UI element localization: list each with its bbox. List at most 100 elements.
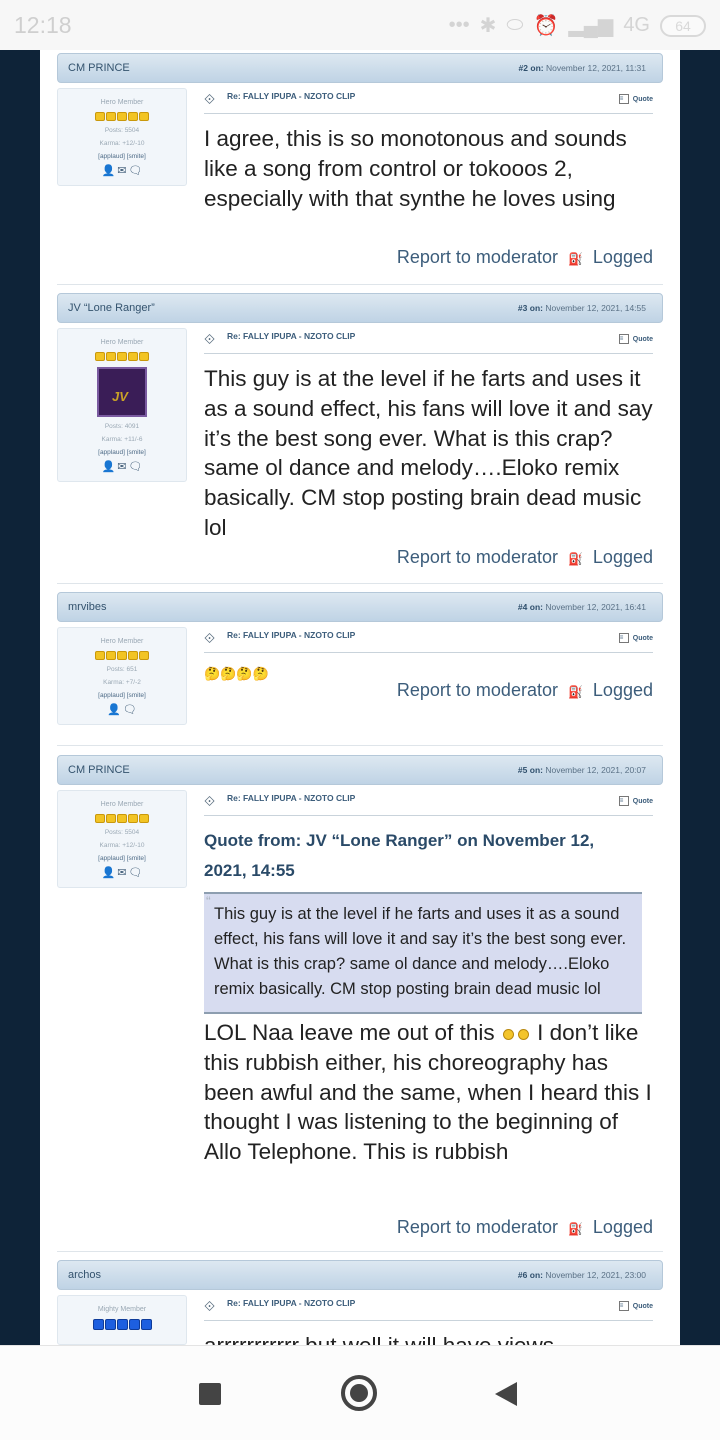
post-meta: #4 on: November 12, 2021, 16:41 (517, 602, 646, 612)
forum-page: CM PRINCE #2 on: November 12, 2021, 11:3… (40, 50, 680, 1345)
quote-button[interactable]: ≡ Quote (618, 1301, 653, 1311)
post-footer: Report to moderator ⛽ Logged (397, 680, 653, 701)
email-icon[interactable]: ✉ (117, 460, 126, 473)
post: archos #6 on: November 12, 2021, 23:00 M… (57, 1260, 663, 1345)
post-subject-link[interactable]: Re: FALLY IPUPA - NZOTO CLIP (227, 331, 355, 341)
report-link[interactable]: Report to moderator (397, 547, 558, 567)
status-time: 12:18 (14, 12, 72, 38)
quote-icon: ≡ (618, 94, 629, 104)
quote-icon: ≡ (618, 633, 629, 643)
member-rank: Mighty Member (97, 1306, 147, 1313)
user-info-box: Hero Member Posts: 4091 Karma: +11/-6 [a… (57, 328, 187, 482)
logged-icon: ⛽ (567, 685, 583, 699)
poster-name-link[interactable]: mrvibes (68, 601, 107, 613)
post-subject-link[interactable]: Re: FALLY IPUPA - NZOTO CLIP (227, 1298, 355, 1308)
report-link[interactable]: Report to moderator (397, 247, 558, 267)
post-subject-link[interactable]: Re: FALLY IPUPA - NZOTO CLIP (227, 630, 355, 640)
system-nav-bar (0, 1345, 720, 1440)
post-count: Posts: 5504 (104, 829, 140, 836)
post-header: archos #6 on: November 12, 2021, 23:00 (57, 1260, 663, 1290)
quote-button[interactable]: ≡ Quote (618, 94, 653, 104)
post-footer: Report to moderator ⛽ Logged (397, 247, 653, 268)
topic-icon: ⟐ (204, 630, 216, 646)
quote-icon: ≡ (618, 1301, 629, 1311)
pm-icon[interactable]: 🗨 (128, 164, 142, 177)
poster-name-link[interactable]: CM PRINCE (68, 764, 130, 776)
recents-button[interactable] (199, 1383, 221, 1405)
post-count: Posts: 5504 (104, 127, 140, 134)
logged-icon: ⛽ (567, 252, 583, 266)
post-divider (57, 583, 663, 584)
email-icon[interactable]: ✉ (117, 866, 126, 879)
profile-icon[interactable]: 👤 (102, 164, 116, 177)
avatar[interactable] (97, 367, 147, 417)
post-meta: #5 on: November 12, 2021, 20:07 (517, 765, 646, 775)
back-button[interactable] (495, 1382, 517, 1406)
poster-name-link[interactable]: archos (68, 1269, 101, 1281)
post-footer: Report to moderator ⛽ Logged (397, 1217, 653, 1238)
post-body: arrrrrrrrrrr but well it will have views (204, 1331, 653, 1345)
post-footer: Report to moderator ⛽ Logged (397, 547, 653, 568)
pm-icon[interactable]: 🗨 (123, 703, 137, 716)
post: mrvibes #4 on: November 12, 2021, 16:41 … (57, 592, 663, 725)
email-icon[interactable]: ✉ (117, 164, 126, 177)
member-rank: Hero Member (100, 99, 144, 106)
report-link[interactable]: Report to moderator (397, 680, 558, 700)
karma: Karma: +7/-2 (103, 679, 141, 686)
home-button[interactable] (341, 1375, 377, 1411)
logged-label: Logged (592, 247, 653, 267)
quote-icon: ≡ (618, 334, 629, 344)
post-body: This guy is at the level if he farts and… (204, 366, 653, 540)
post-divider (57, 745, 663, 746)
signal-icon: ▂▄▆ (568, 15, 614, 37)
logged-icon: ⛽ (567, 552, 583, 566)
post-subject-link[interactable]: Re: FALLY IPUPA - NZOTO CLIP (227, 91, 355, 101)
post: CM PRINCE #5 on: November 12, 2021, 20:0… (57, 755, 663, 1237)
post-count: Posts: 651 (106, 666, 138, 673)
report-link[interactable]: Report to moderator (397, 1217, 558, 1237)
battery-indicator: 64 (660, 14, 706, 37)
quote-header-link[interactable]: Quote from: JV “Lone Ranger” on November… (204, 826, 614, 886)
applaud-smite-links[interactable]: [applaud] [smite] (62, 855, 182, 862)
member-rank: Hero Member (100, 638, 144, 645)
poster-name-link[interactable]: JV “Lone Ranger” (68, 302, 155, 314)
user-info-box: Hero Member Posts: 651 Karma: +7/-2 [app… (57, 627, 187, 725)
member-rank: Hero Member (100, 339, 144, 346)
quote-button[interactable]: ≡ Quote (618, 334, 653, 344)
forum-viewport[interactable]: CM PRINCE #2 on: November 12, 2021, 11:3… (0, 50, 720, 1345)
quote-button[interactable]: ≡ Quote (618, 796, 653, 806)
post-subject-link[interactable]: Re: FALLY IPUPA - NZOTO CLIP (227, 793, 355, 803)
post-meta: #6 on: November 12, 2021, 23:00 (517, 1270, 646, 1280)
post-divider (57, 284, 663, 285)
more-dots-icon: ••• (448, 14, 470, 36)
post-content: ⟐ Re: FALLY IPUPA - NZOTO CLIP ≡ Quote I … (204, 88, 653, 213)
logged-label: Logged (592, 547, 653, 567)
user-info-box: Mighty Member (57, 1295, 187, 1345)
poster-name-link[interactable]: CM PRINCE (68, 62, 130, 74)
profile-icon[interactable]: 👤 (107, 703, 121, 716)
rank-stars (62, 814, 182, 823)
post-meta: #3 on: November 12, 2021, 14:55 (517, 303, 646, 313)
pm-icon[interactable]: 🗨 (128, 866, 142, 879)
rank-stars (62, 1319, 182, 1330)
quote-icon: ≡ (618, 796, 629, 806)
profile-icon[interactable]: 👤 (102, 866, 116, 879)
topic-icon: ⟐ (204, 91, 216, 107)
bluetooth-icon: ✱ (479, 15, 497, 37)
post-count: Posts: 4091 (104, 423, 140, 430)
vpn-icon: ⬭ (506, 14, 524, 36)
rank-stars (62, 112, 182, 121)
applaud-smite-links[interactable]: [applaud] [smite] (62, 449, 182, 456)
karma: Karma: +12/-10 (99, 842, 145, 849)
applaud-smite-links[interactable]: [applaud] [smite] (62, 692, 182, 699)
quote-button[interactable]: ≡ Quote (618, 633, 653, 643)
post-body: I agree, this is so monotonous and sound… (204, 126, 627, 211)
user-info-box: Hero Member Posts: 5504 Karma: +12/-10 [… (57, 790, 187, 888)
post-header: mrvibes #4 on: November 12, 2021, 16:41 (57, 592, 663, 622)
post-header: JV “Lone Ranger” #3 on: November 12, 202… (57, 293, 663, 323)
post-content: ⟐ Re: FALLY IPUPA - NZOTO CLIP ≡ Quote Qu… (204, 790, 653, 1167)
pm-icon[interactable]: 🗨 (128, 460, 142, 473)
profile-icon[interactable]: 👤 (102, 460, 116, 473)
post-content: ⟐ Re: FALLY IPUPA - NZOTO CLIP ≡Quote ar… (204, 1295, 653, 1345)
applaud-smite-links[interactable]: [applaud] [smite] (62, 153, 182, 160)
